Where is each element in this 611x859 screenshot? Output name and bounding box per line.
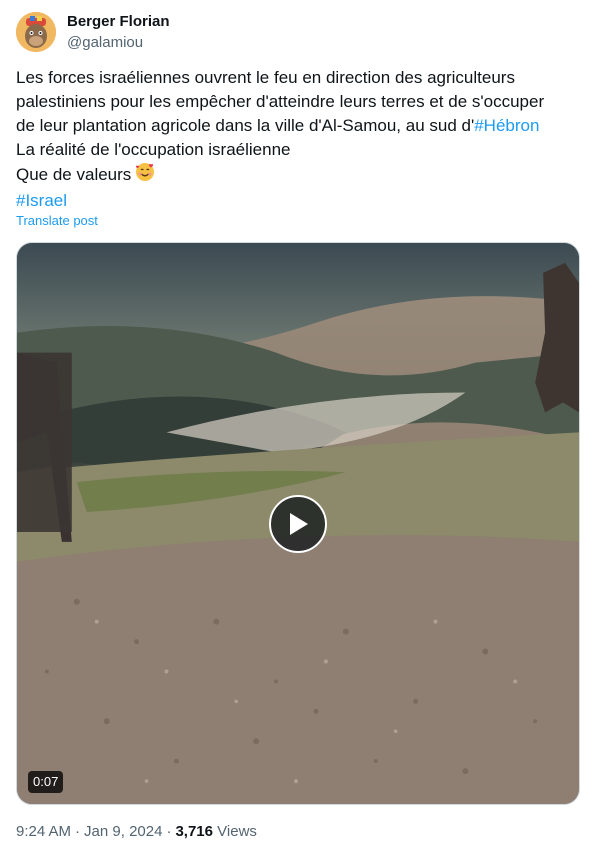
- smiling-face-with-hearts-icon: [135, 162, 155, 189]
- tweet-text: Les forces israéliennes ouvrent le feu e…: [16, 66, 586, 213]
- avatar-ape-icon: [16, 12, 56, 52]
- translate-post-link[interactable]: Translate post: [16, 213, 98, 229]
- meta-separator: ·: [75, 823, 81, 840]
- avatar[interactable]: [16, 12, 56, 52]
- views-count: 3,716: [175, 823, 213, 840]
- tweet-line: La réalité de l'occupation israélienne: [16, 140, 291, 159]
- author-name[interactable]: Berger Florian: [67, 12, 170, 32]
- tweet-line: Les forces israéliennes ouvrent le feu e…: [16, 68, 515, 87]
- tweet-line: palestiniens pour les empêcher d'atteind…: [16, 92, 545, 111]
- post-date[interactable]: Jan 9, 2024: [84, 823, 162, 840]
- video-player[interactable]: 0:07: [16, 242, 580, 805]
- video-duration-badge: 0:07: [28, 771, 64, 793]
- tweet-line: Que de valeurs: [16, 162, 586, 189]
- play-button[interactable]: [269, 495, 327, 553]
- hashtag-hebron-link[interactable]: #Hébron: [474, 116, 539, 135]
- meta-separator: ·: [166, 823, 172, 840]
- views-label: Views: [217, 823, 257, 840]
- post-meta: 9:24 AM · Jan 9, 2024 · 3,716 Views: [16, 822, 257, 842]
- tweet-line-text: de leur plantation agricole dans la vill…: [16, 116, 475, 135]
- post-time[interactable]: 9:24 AM: [16, 823, 71, 840]
- hashtag-israel-link[interactable]: #Israel: [16, 191, 67, 210]
- tweet-line: #Israel: [16, 189, 586, 213]
- author-handle[interactable]: @galamiou: [67, 33, 143, 53]
- play-icon: [290, 513, 308, 535]
- tweet-line: de leur plantation agricole dans la vill…: [16, 114, 586, 138]
- tweet-line-text: Que de valeurs: [16, 165, 132, 184]
